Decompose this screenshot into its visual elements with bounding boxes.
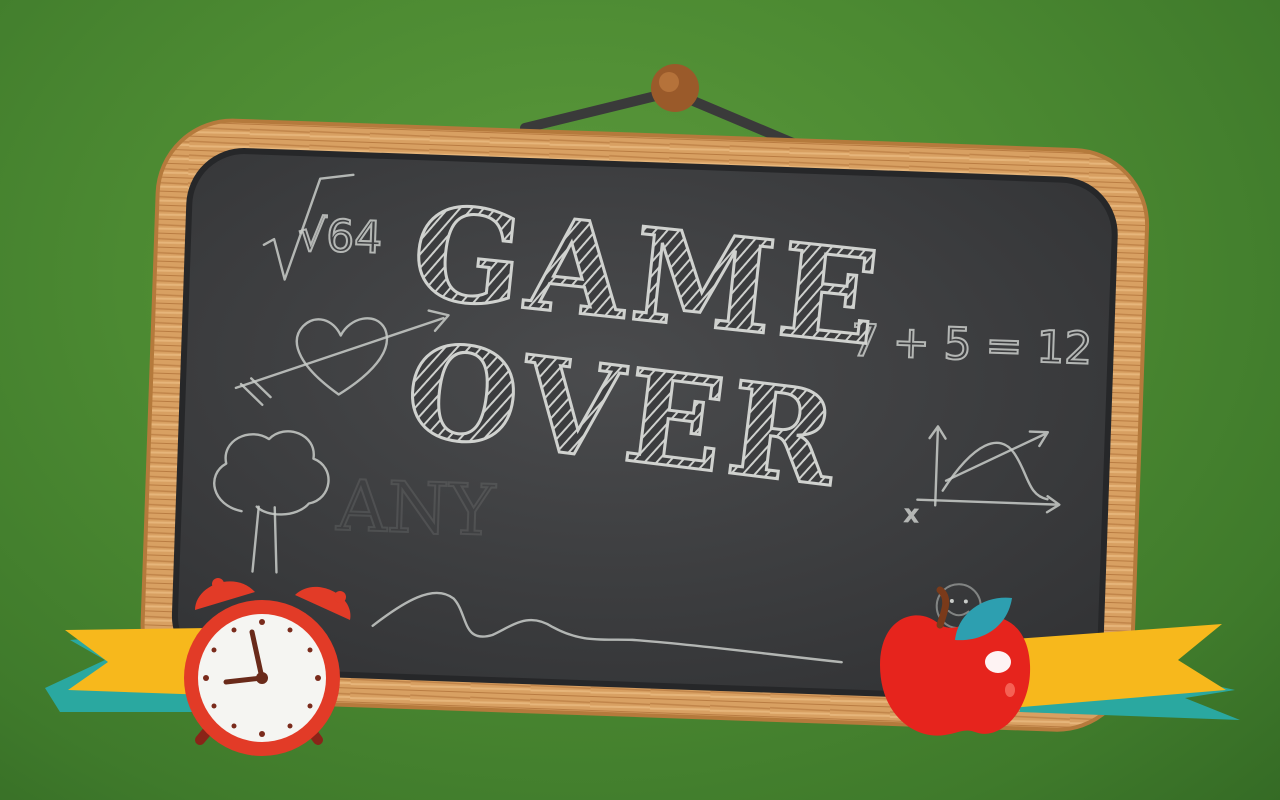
- alarm-clock-icon: [184, 578, 351, 756]
- svg-text:ANY: ANY: [334, 464, 497, 552]
- equation-text: 7 + 5 = 12: [850, 315, 1093, 374]
- ribbon-right: [1000, 624, 1240, 720]
- game-over-screen: √64 7 + 5 = 12 x ANY GAME OVER: [0, 0, 1280, 800]
- root-expression: √64: [297, 210, 383, 264]
- game-over-title: GAME OVER: [397, 176, 892, 519]
- equation-doodle: 7 + 5 = 12: [849, 314, 1094, 375]
- cross-mark: x: [904, 502, 918, 527]
- chalk-smudges: ANY: [333, 463, 498, 553]
- scene: √64 7 + 5 = 12 x ANY GAME OVER: [45, 64, 1240, 756]
- pin-icon: [651, 64, 699, 112]
